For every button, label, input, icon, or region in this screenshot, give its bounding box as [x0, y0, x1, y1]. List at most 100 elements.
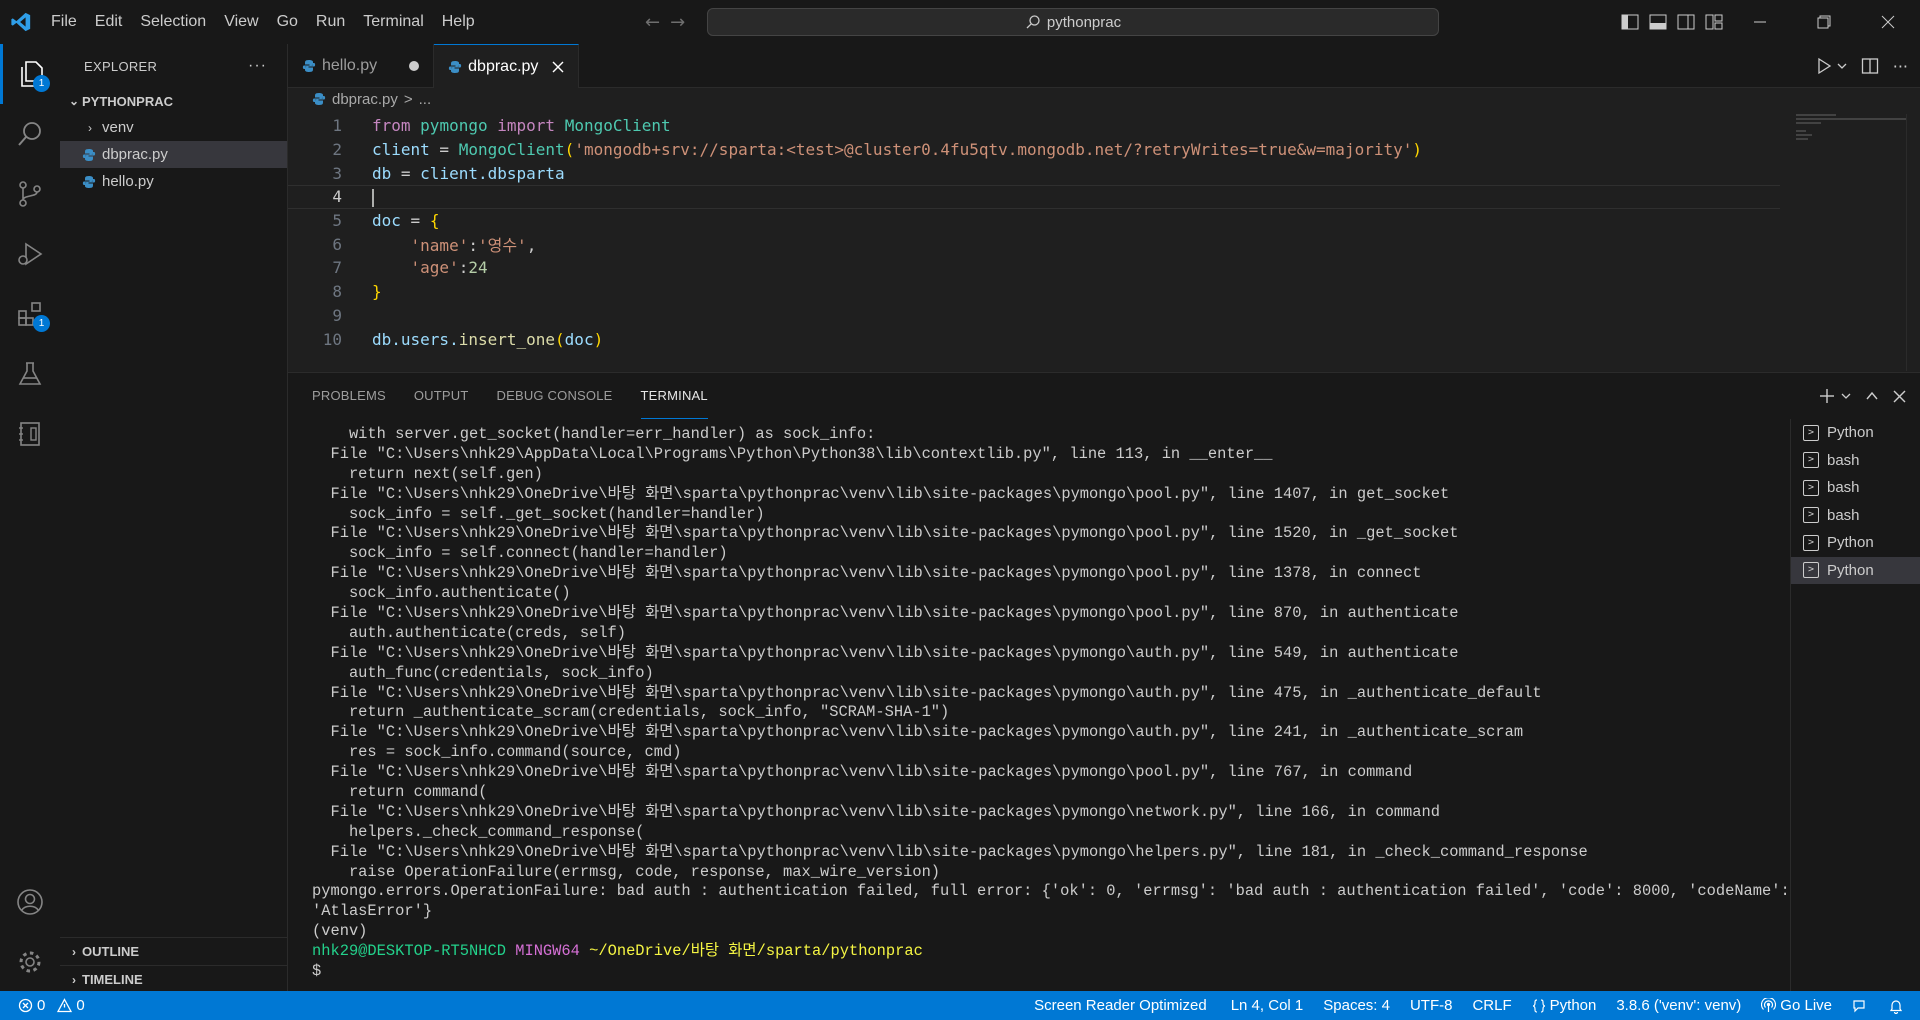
code-line: 2 client = MongoClient('mongodb+srv://sp…: [288, 138, 1788, 162]
python-interpreter[interactable]: 3.8.6 ('venv': venv): [1606, 991, 1751, 1020]
chevron-down-icon[interactable]: [1841, 391, 1851, 401]
tree-item-label: hello.py: [102, 173, 154, 190]
close-window-icon[interactable]: [1856, 0, 1920, 44]
menu-edit[interactable]: Edit: [86, 0, 132, 44]
notifications-bell-icon[interactable]: [1878, 991, 1920, 1020]
terminal-entry[interactable]: > bash: [1791, 447, 1920, 475]
editor-scrollbar[interactable]: [1906, 114, 1920, 371]
line-ending[interactable]: CRLF: [1462, 991, 1521, 1020]
code-line: 1 from pymongo import MongoClient: [288, 114, 1788, 138]
code-line: 3 db = client.dbsparta: [288, 161, 1788, 185]
terminal-entry[interactable]: > bash: [1791, 502, 1920, 530]
code-text: doc = {: [372, 211, 440, 231]
terminal-entry[interactable]: > Python: [1791, 529, 1920, 557]
source-control-icon: [19, 181, 41, 207]
terminal-entry[interactable]: > bash: [1791, 474, 1920, 502]
explorer-activity[interactable]: 1: [0, 44, 60, 104]
menu-terminal[interactable]: Terminal: [354, 0, 432, 44]
run-debug-activity[interactable]: [0, 224, 60, 284]
line-number: 5: [332, 211, 342, 231]
indentation[interactable]: Spaces: 4: [1313, 991, 1400, 1020]
breadcrumb-file[interactable]: dbprac.py: [332, 91, 398, 108]
gear-icon: [19, 951, 41, 973]
menu-help[interactable]: Help: [433, 0, 484, 44]
forward-arrow-icon[interactable]: →: [670, 12, 685, 33]
tab-hello[interactable]: hello.py: [288, 44, 435, 88]
tab-dbprac[interactable]: dbprac.py: [434, 44, 580, 88]
code-line-current: 4: [288, 185, 1780, 209]
tab-terminal[interactable]: TERMINAL: [640, 373, 708, 419]
menu-run[interactable]: Run: [307, 0, 354, 44]
close-panel-icon[interactable]: [1893, 390, 1906, 403]
workspace-root[interactable]: ⌄ PYTHONPRAC: [60, 88, 287, 114]
cursor-position[interactable]: Ln 4, Col 1: [1221, 991, 1314, 1020]
prompt-user: nhk29@DESKTOP-RT5NHCD: [312, 942, 506, 961]
menu-go[interactable]: Go: [268, 0, 307, 44]
tab-debug-console[interactable]: DEBUG CONSOLE: [497, 373, 613, 419]
unsaved-dot-icon[interactable]: [409, 61, 420, 71]
code-line: 7 'age':24: [288, 256, 1788, 280]
status-left[interactable]: 0 0: [0, 997, 85, 1014]
language-mode[interactable]: Python: [1522, 991, 1607, 1020]
notebook-activity[interactable]: [0, 404, 60, 464]
search-activity[interactable]: [0, 104, 60, 164]
run-play-icon[interactable]: [1815, 57, 1833, 75]
tree-item-venv[interactable]: › venv: [60, 114, 287, 141]
breadcrumb-symbols[interactable]: ...: [419, 91, 432, 108]
timeline-section[interactable]: › TIMELINE: [60, 965, 288, 993]
tab-label: hello.py: [322, 57, 378, 74]
screen-reader-status[interactable]: Screen Reader Optimized: [1020, 991, 1221, 1020]
manage-activity[interactable]: [0, 932, 60, 992]
terminal-entry[interactable]: > Python: [1791, 419, 1920, 447]
encoding[interactable]: UTF-8: [1400, 991, 1463, 1020]
code-editor[interactable]: 1 from pymongo import MongoClient 2 clie…: [288, 114, 1788, 351]
tree-item-dbprac[interactable]: dbprac.py: [60, 141, 287, 168]
source-control-activity[interactable]: [0, 164, 60, 224]
terminal-line: File "C:\Users\nhk29\OneDrive\바탕 화면\spar…: [312, 723, 1524, 742]
split-editor-icon[interactable]: [1861, 57, 1879, 75]
terminal-line: auth.authenticate(creds, self): [312, 623, 627, 642]
tab-output[interactable]: OUTPUT: [414, 373, 469, 419]
python-file-icon: [312, 93, 326, 105]
terminal-line: (venv): [312, 922, 368, 941]
python-file-icon: [82, 148, 96, 161]
tree-item-hello[interactable]: hello.py: [60, 168, 287, 195]
more-actions-icon[interactable]: ···: [1893, 57, 1908, 76]
more-actions-icon[interactable]: ···: [248, 57, 267, 75]
restore-icon[interactable]: [1792, 0, 1856, 44]
tree-item-label: venv: [102, 119, 134, 136]
back-arrow-icon[interactable]: ←: [645, 12, 660, 33]
feedback-icon[interactable]: [1842, 991, 1878, 1020]
extensions-activity[interactable]: 1: [0, 284, 60, 344]
menu-file[interactable]: File: [42, 0, 86, 44]
maximize-panel-icon[interactable]: [1865, 389, 1879, 403]
breadcrumb-separator: >: [403, 90, 413, 108]
accounts-activity[interactable]: [0, 872, 60, 932]
terminal-input-line[interactable]: $: [312, 962, 1812, 982]
toggle-secondary-sidebar-icon[interactable]: [1672, 0, 1700, 44]
minimap[interactable]: [1796, 114, 1906, 174]
go-live[interactable]: Go Live: [1751, 991, 1842, 1020]
customize-layout-icon[interactable]: [1700, 0, 1728, 44]
line-number: 3: [332, 163, 342, 183]
command-center-search[interactable]: pythonprac: [707, 8, 1439, 36]
code-text: 'age':24: [410, 258, 488, 278]
terminal-entry-active[interactable]: > Python: [1791, 556, 1920, 584]
language-label: Python: [1549, 997, 1597, 1014]
testing-activity[interactable]: [0, 344, 60, 404]
toggle-sidebar-icon[interactable]: [1616, 0, 1644, 44]
close-icon[interactable]: [552, 61, 564, 73]
menu-view[interactable]: View: [215, 0, 267, 44]
line-number: 2: [332, 140, 342, 160]
code-line: 9: [288, 304, 1788, 328]
new-terminal-icon[interactable]: [1819, 388, 1835, 404]
menu-selection[interactable]: Selection: [131, 0, 215, 44]
chevron-down-icon[interactable]: [1837, 61, 1847, 71]
terminal-output[interactable]: with server.get_socket(handler=err_handl…: [312, 425, 1812, 982]
notebook-icon: [19, 422, 40, 446]
outline-section[interactable]: › OUTLINE: [60, 937, 288, 965]
minimize-icon[interactable]: [1728, 0, 1792, 44]
toggle-panel-icon[interactable]: [1644, 0, 1672, 44]
menu-bar: File Edit Selection View Go Run Terminal…: [42, 0, 484, 44]
tab-problems[interactable]: PROBLEMS: [312, 373, 386, 419]
